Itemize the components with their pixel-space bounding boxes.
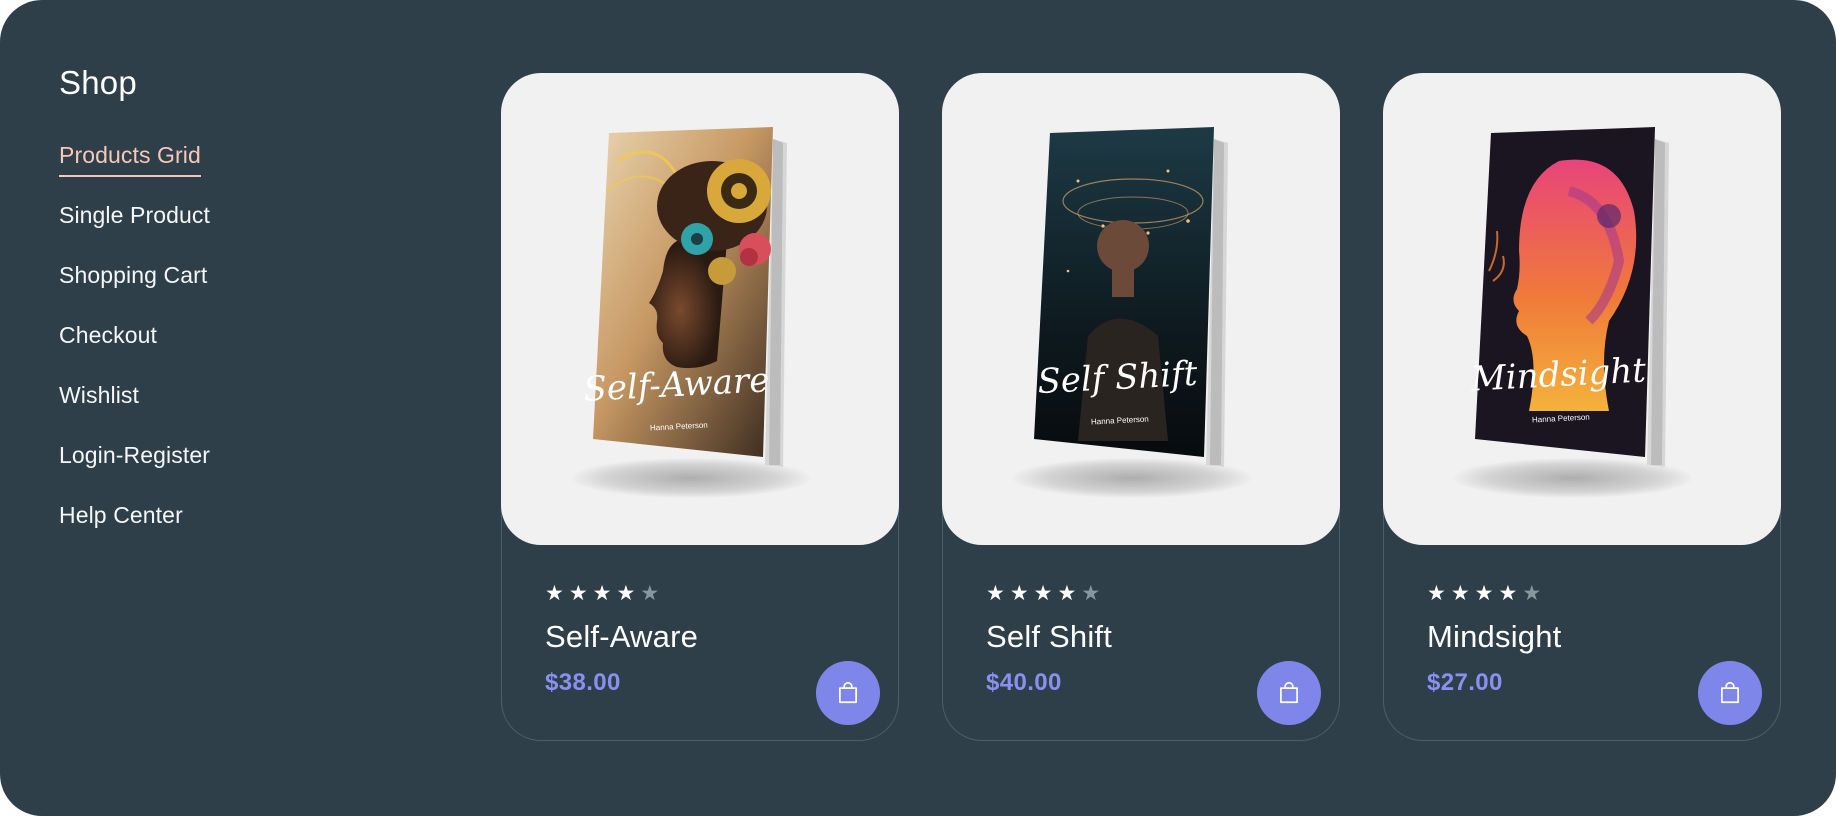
nav-link-shopping-cart[interactable]: Shopping Cart — [59, 262, 207, 295]
product-image[interactable]: Mindsight Hanna Peterson — [1383, 73, 1781, 545]
shop-panel: Shop Products Grid Single Product Shoppi… — [0, 0, 1836, 816]
product-card[interactable]: Mindsight Hanna Peterson ★ ★ ★ ★ ★ Minds… — [1383, 73, 1781, 741]
product-rating: ★ ★ ★ ★ ★ — [545, 583, 659, 604]
product-title[interactable]: Self Shift — [986, 619, 1112, 655]
nav-link-wishlist[interactable]: Wishlist — [59, 382, 139, 415]
sidebar-item-wishlist: Wishlist — [59, 382, 389, 442]
sidebar-title: Shop — [59, 64, 137, 101]
star-icon: ★ — [568, 582, 588, 605]
sidebar-nav: Products Grid Single Product Shopping Ca… — [59, 142, 389, 562]
star-icon: ★ — [1474, 582, 1494, 605]
star-icon: ★ — [592, 582, 612, 605]
sidebar-item-help-center: Help Center — [59, 502, 389, 562]
sidebar-item-single-product: Single Product — [59, 202, 389, 262]
nav-link-login-register[interactable]: Login-Register — [59, 442, 210, 475]
product-rating: ★ ★ ★ ★ ★ — [1427, 583, 1541, 604]
nav-link-single-product[interactable]: Single Product — [59, 202, 210, 235]
add-to-cart-button[interactable] — [816, 661, 880, 725]
nav-link-products-grid[interactable]: Products Grid — [59, 142, 201, 177]
sidebar-item-shopping-cart: Shopping Cart — [59, 262, 389, 322]
sidebar-item-checkout: Checkout — [59, 322, 389, 382]
product-image[interactable]: Self Shift Hanna Peterson — [942, 73, 1340, 545]
book-cover-image: Self Shift Hanna Peterson — [1034, 127, 1228, 467]
add-to-cart-button[interactable] — [1698, 661, 1762, 725]
product-card[interactable]: Self-Aware Hanna Peterson ★ ★ ★ ★ ★ Self… — [501, 73, 899, 741]
shopping-bag-icon — [1721, 681, 1739, 704]
shopping-bag-icon — [1280, 681, 1298, 704]
sidebar-item-products-grid: Products Grid — [59, 142, 389, 202]
product-price: $27.00 — [1427, 669, 1503, 696]
star-icon: ★ — [616, 582, 636, 605]
star-icon: ★ — [1427, 582, 1446, 605]
product-price: $40.00 — [986, 669, 1062, 696]
star-empty-icon: ★ — [1081, 582, 1101, 605]
star-empty-icon: ★ — [640, 582, 660, 605]
star-empty-icon: ★ — [1522, 582, 1542, 605]
star-icon: ★ — [545, 582, 564, 605]
product-rating: ★ ★ ★ ★ ★ — [986, 583, 1100, 604]
book-cover-image: Self-Aware Hanna Peterson — [583, 127, 787, 467]
star-icon: ★ — [1009, 582, 1029, 605]
product-image[interactable]: Self-Aware Hanna Peterson — [501, 73, 899, 545]
sidebar: Shop Products Grid Single Product Shoppi… — [59, 64, 389, 562]
star-icon: ★ — [1498, 582, 1518, 605]
nav-link-help-center[interactable]: Help Center — [59, 502, 183, 535]
product-card[interactable]: Self Shift Hanna Peterson ★ ★ ★ ★ ★ Self… — [942, 73, 1340, 741]
product-title[interactable]: Mindsight — [1427, 619, 1561, 655]
shopping-bag-icon — [839, 681, 857, 704]
star-icon: ★ — [986, 582, 1005, 605]
product-title[interactable]: Self-Aware — [545, 619, 698, 655]
book-cover-image: Mindsight Hanna Peterson — [1469, 127, 1669, 467]
product-price: $38.00 — [545, 669, 621, 696]
sidebar-item-login-register: Login-Register — [59, 442, 389, 502]
nav-link-checkout[interactable]: Checkout — [59, 322, 157, 355]
cover-title: Self Shift — [1036, 354, 1198, 402]
star-icon: ★ — [1450, 582, 1470, 605]
star-icon: ★ — [1033, 582, 1053, 605]
star-icon: ★ — [1057, 582, 1077, 605]
add-to-cart-button[interactable] — [1257, 661, 1321, 725]
